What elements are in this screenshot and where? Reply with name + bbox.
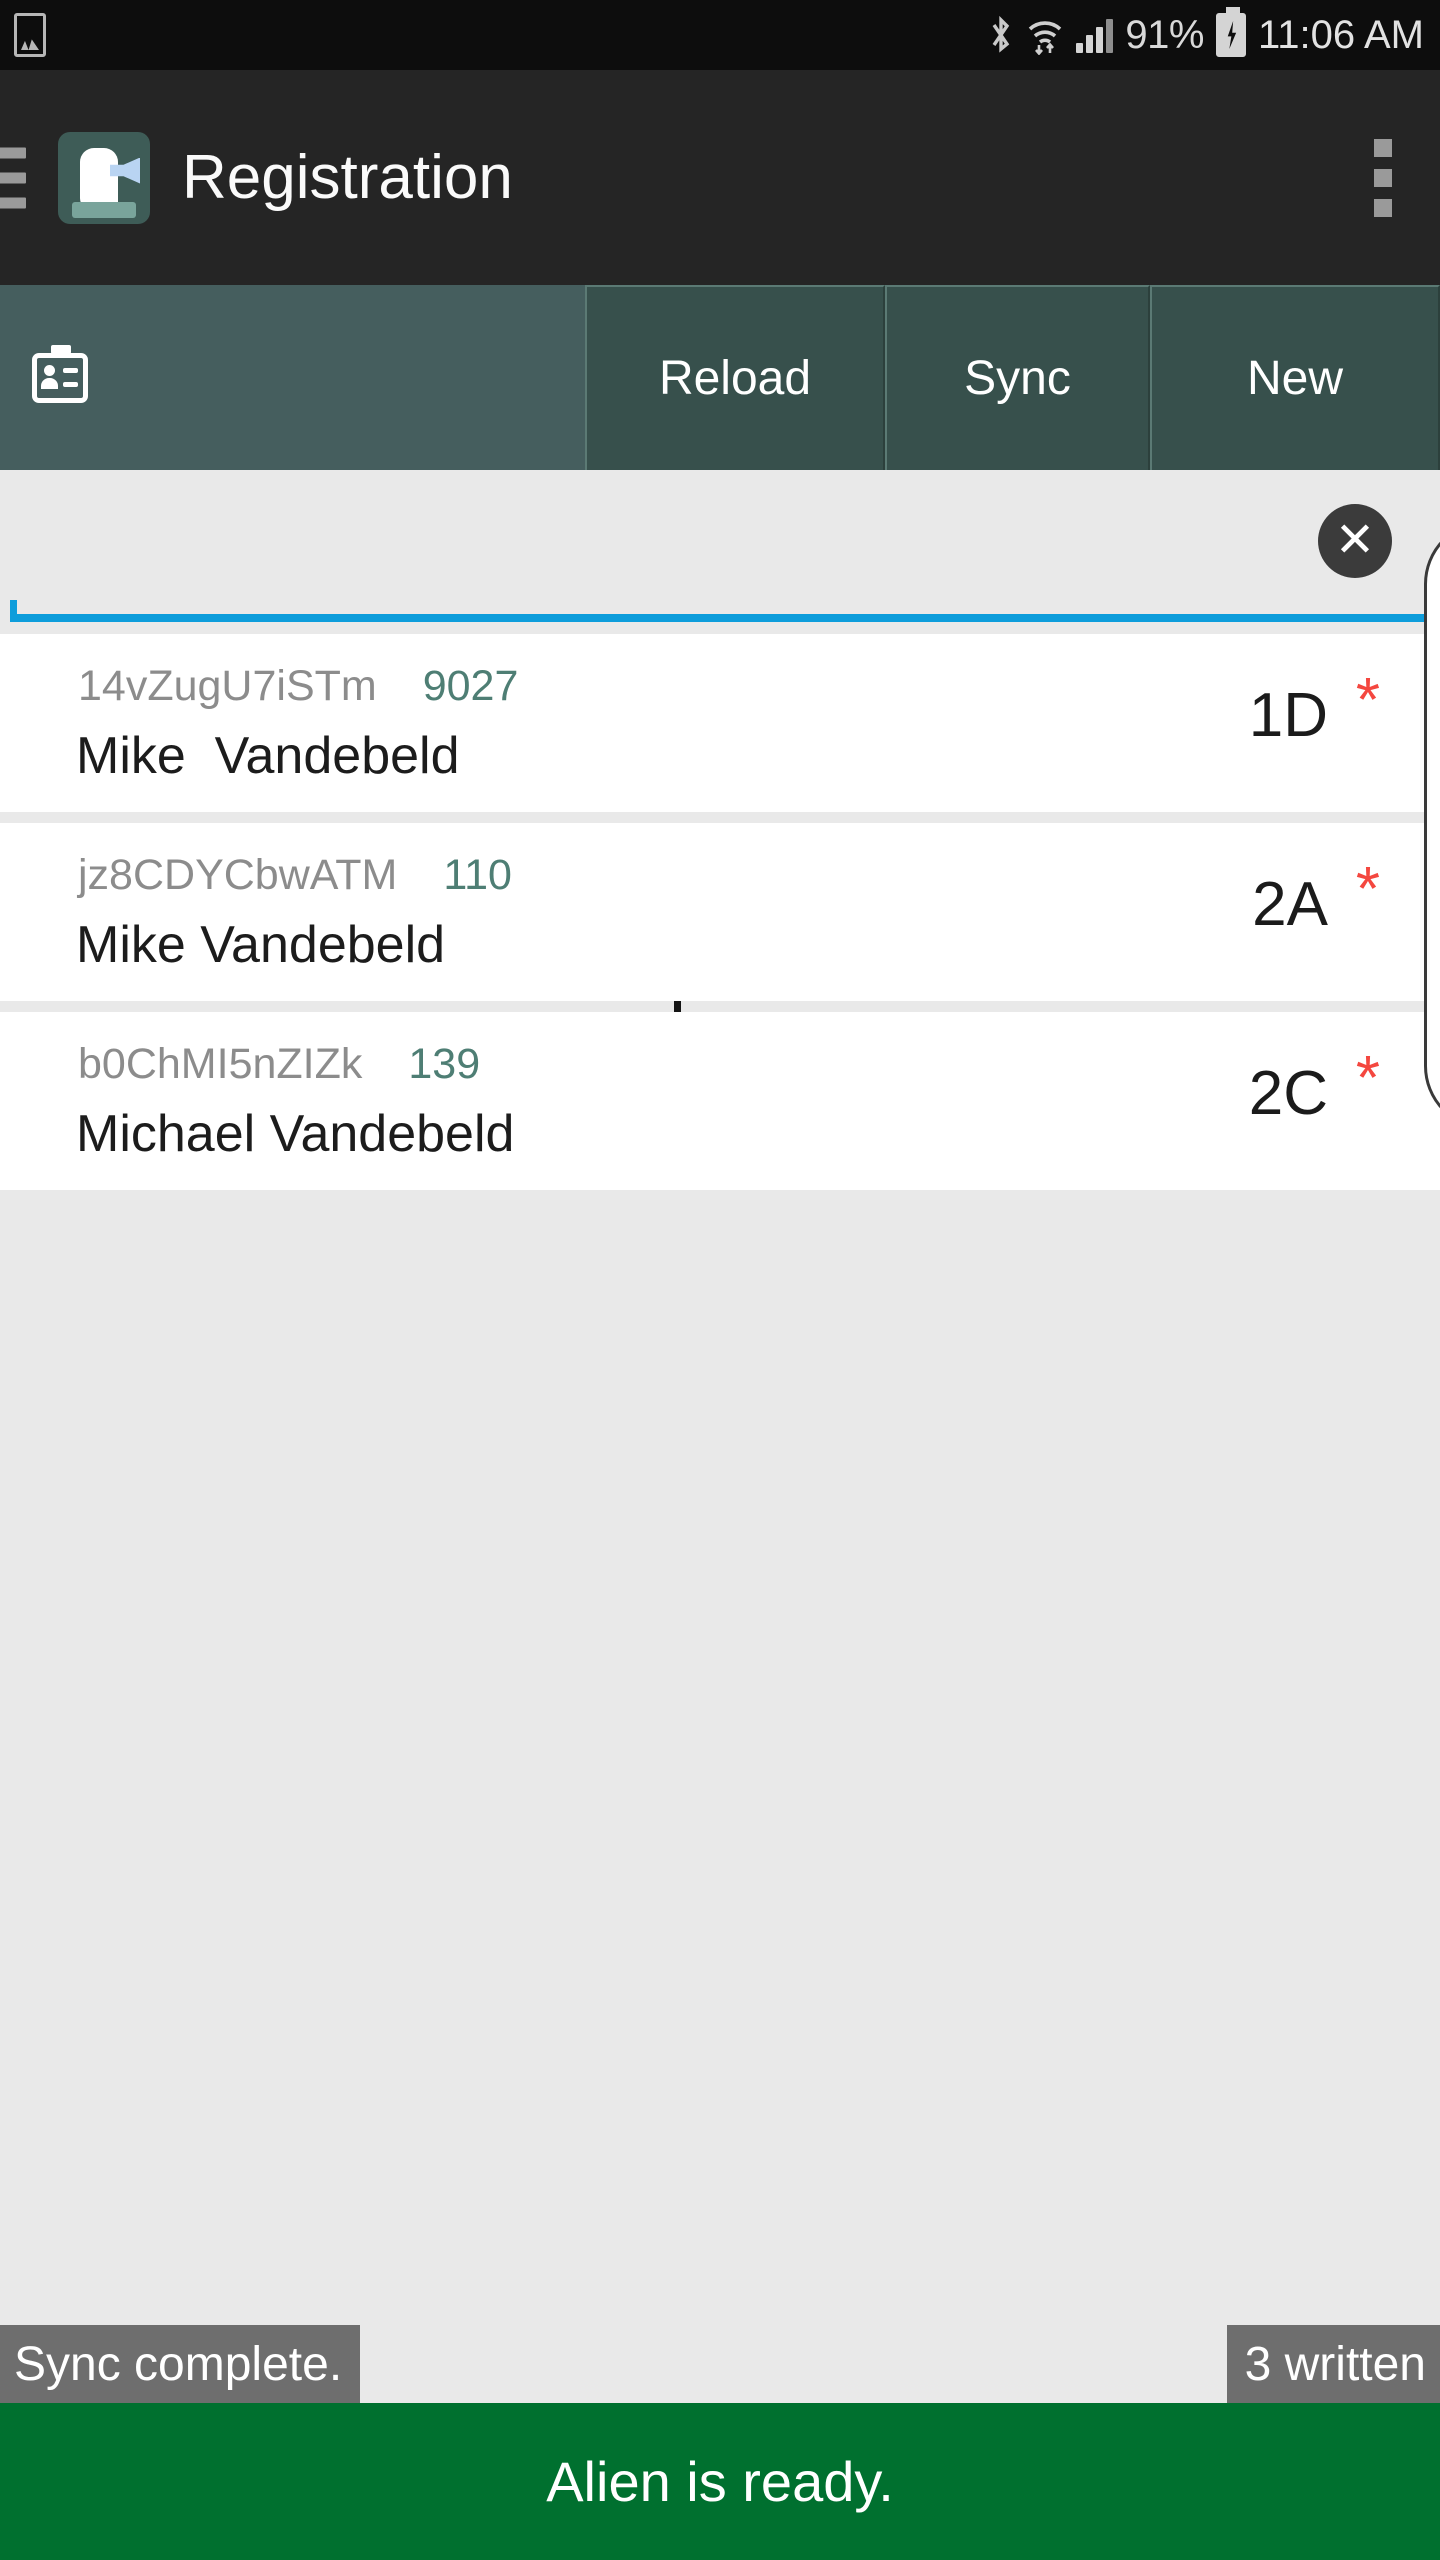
row-flag-asterisk: * (1355, 666, 1380, 735)
toast-sync-status: Sync complete. (0, 2325, 361, 2403)
sync-button[interactable]: Sync (885, 285, 1150, 470)
reload-button[interactable]: Reload (585, 285, 885, 470)
row-name: Mike Vandebeld (76, 727, 460, 785)
status-bar: 91% 11:06 AM (0, 0, 1440, 70)
hamburger-menu-icon[interactable] (0, 147, 26, 208)
page-title: Registration (182, 143, 513, 212)
clock-label: 11:06 AM (1257, 12, 1424, 57)
new-button[interactable]: New (1150, 285, 1440, 470)
battery-percent-label: 91% (1125, 12, 1204, 57)
row-name: Michael Vandebeld (76, 1105, 515, 1163)
toast-written-count: 3 written (1226, 2325, 1440, 2403)
search-underline (10, 600, 1432, 622)
row-meta: 14vZugU7iSTm 9027 (78, 662, 518, 711)
photo-icon (14, 13, 46, 57)
wifi-icon (1026, 15, 1064, 56)
battery-charging-icon (1215, 7, 1246, 57)
search-bar[interactable]: ✕ (0, 470, 1440, 1080)
status-bar-right: 91% 11:06 AM (988, 7, 1424, 58)
row-code: 2A (1252, 870, 1328, 939)
row-code: 1D (1248, 681, 1328, 750)
status-bar-left (14, 13, 46, 57)
clear-x-icon[interactable]: ✕ (1318, 504, 1392, 578)
table-row[interactable]: jz8CDYCbwATM 110 Mike Vandebeld 2A * (0, 823, 1440, 1001)
row-id: b0ChMI5nZIZk (78, 1040, 363, 1088)
row-id: jz8CDYCbwATM (78, 851, 398, 899)
row-number: 110 (443, 851, 512, 899)
overflow-menu-icon[interactable] (1374, 138, 1392, 217)
table-row[interactable]: b0ChMI5nZIZk 139 Michael Vandebeld 2C * (0, 1012, 1440, 1190)
table-row[interactable]: 14vZugU7iSTm 9027 Mike Vandebeld 1D * (0, 634, 1440, 812)
registration-app-icon (58, 131, 150, 224)
row-flag-asterisk: * (1355, 1044, 1380, 1113)
row-number: 9027 (422, 662, 519, 710)
edge-overlay-panel (1424, 520, 1440, 1130)
row-code: 2C (1248, 1059, 1328, 1128)
row-meta: jz8CDYCbwATM 110 (78, 851, 512, 900)
id-badge-icon (32, 344, 88, 403)
row-id: 14vZugU7iSTm (78, 662, 377, 710)
app-bar: Registration (0, 70, 1440, 285)
bluetooth-icon (988, 15, 1014, 55)
action-toolbar: Reload Sync New (0, 285, 1440, 470)
id-badge-button[interactable] (0, 285, 120, 470)
status-banner: Alien is ready. (0, 2403, 1440, 2560)
row-flag-asterisk: * (1355, 855, 1380, 924)
signal-bars-icon (1076, 17, 1114, 53)
row-name: Mike Vandebeld (76, 916, 446, 974)
row-number: 139 (408, 1040, 481, 1088)
row-meta: b0ChMI5nZIZk 139 (78, 1040, 480, 1089)
registration-list: 14vZugU7iSTm 9027 Mike Vandebeld 1D * jz… (0, 634, 1440, 1201)
